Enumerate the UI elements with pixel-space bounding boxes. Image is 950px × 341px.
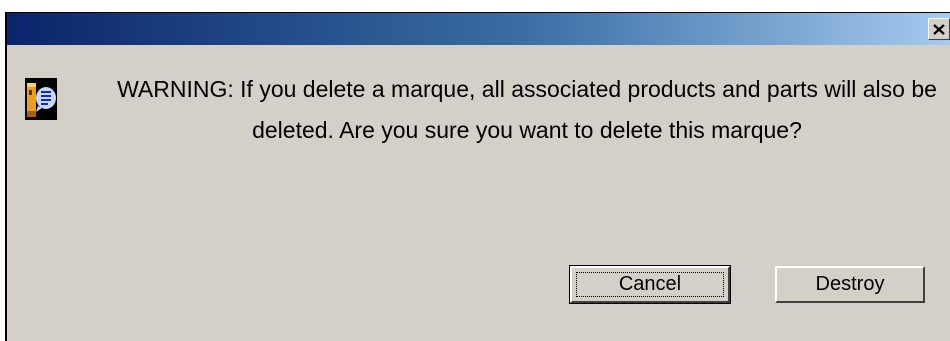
close-icon [933, 23, 945, 35]
title-bar[interactable] [7, 13, 950, 45]
destroy-button-label: Destroy [815, 273, 885, 295]
close-button[interactable] [928, 18, 950, 40]
destroy-button[interactable]: Destroy [775, 266, 925, 303]
focus-indicator [576, 272, 724, 297]
warning-dialog: WARNING: If you delete a marque, all ass… [5, 12, 950, 341]
message-icon [25, 78, 57, 120]
warning-message: WARNING: If you delete a marque, all ass… [117, 76, 937, 143]
cancel-button[interactable]: Cancel [569, 265, 731, 304]
